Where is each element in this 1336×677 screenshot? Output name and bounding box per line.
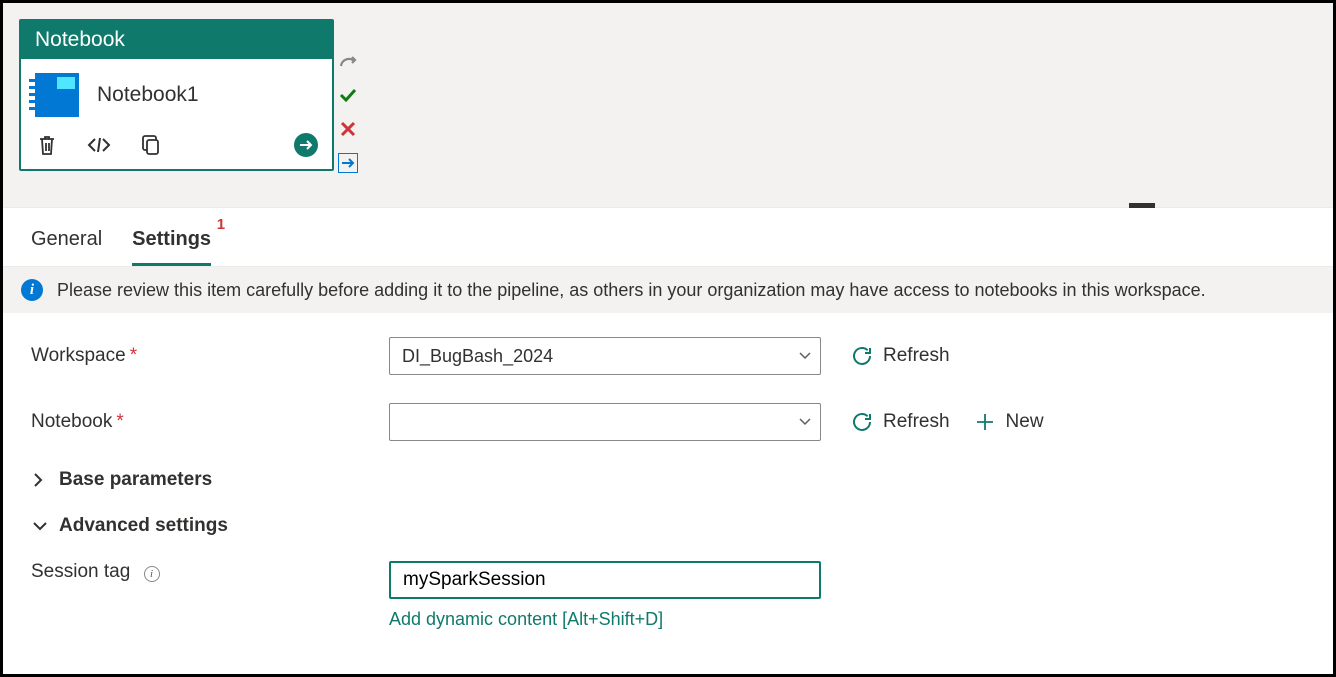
refresh-label: Refresh [883,411,950,433]
tab-settings-label: Settings [132,228,211,250]
workspace-row: Workspace* DI_BugBash_2024 Refresh [31,337,1305,375]
notebook-row: Notebook* Refresh [31,403,1305,441]
refresh-icon [851,345,873,367]
base-parameters-label: Base parameters [59,469,212,491]
info-banner: i Please review this item carefully befo… [3,267,1333,313]
notebook-icon [35,73,79,117]
activity-dependency-handles [338,21,362,173]
base-parameters-toggle[interactable]: Base parameters [31,469,1305,491]
add-dynamic-content-link[interactable]: Add dynamic content [Alt+Shift+D] [389,609,821,630]
workspace-select[interactable]: DI_BugBash_2024 [389,337,821,375]
tab-settings[interactable]: Settings 1 [132,228,211,266]
notebook-actions: Refresh New [851,411,1044,433]
chevron-down-icon [33,521,47,531]
activity-body: Notebook1 [21,59,332,123]
workspace-actions: Refresh [851,345,950,367]
activity-type-header: Notebook [21,21,332,59]
pipeline-canvas[interactable]: Notebook Notebook1 [3,3,1333,208]
refresh-icon [851,411,873,433]
tab-general[interactable]: General [31,228,102,266]
session-tag-row: Session tag i Add dynamic content [Alt+S… [31,561,1305,630]
on-skip-handle-icon[interactable] [338,51,358,71]
info-message: Please review this item carefully before… [57,280,1206,301]
settings-form: Workspace* DI_BugBash_2024 Refresh Note [3,313,1333,630]
workspace-label-text: Workspace [31,345,126,366]
chevron-right-icon [33,473,47,487]
workspace-select-value: DI_BugBash_2024 [389,337,821,375]
on-completion-handle-icon[interactable] [338,153,358,173]
notebook-activity-card[interactable]: Notebook Notebook1 [19,19,334,171]
refresh-label: Refresh [883,345,950,367]
new-notebook-button[interactable]: New [974,411,1044,433]
new-label: New [1006,411,1044,433]
required-asterisk: * [116,411,123,432]
copy-icon[interactable] [139,133,163,157]
code-icon[interactable] [87,133,111,157]
session-tag-label-text: Session tag [31,561,130,582]
run-arrow-icon[interactable] [294,133,318,157]
required-asterisk: * [130,345,137,366]
advanced-settings-label: Advanced settings [59,515,228,537]
session-tag-label: Session tag i [31,561,389,583]
refresh-notebook-button[interactable]: Refresh [851,411,950,433]
delete-icon[interactable] [35,133,59,157]
notebook-select[interactable] [389,403,821,441]
properties-panel: General Settings 1 i Please review this … [3,208,1333,648]
panel-resize-handle[interactable] [1129,203,1155,208]
activity-name: Notebook1 [97,83,199,107]
advanced-settings-toggle[interactable]: Advanced settings [31,515,1305,537]
tab-bar: General Settings 1 [3,208,1333,267]
plus-icon [974,411,996,433]
info-icon: i [21,279,43,301]
notebook-label-text: Notebook [31,411,112,432]
on-success-handle-icon[interactable] [338,85,358,105]
on-fail-handle-icon[interactable] [338,119,358,139]
notebook-select-value [389,403,821,441]
workspace-label: Workspace* [31,345,389,367]
refresh-workspace-button[interactable]: Refresh [851,345,950,367]
activity-toolbar [21,123,332,169]
notebook-label: Notebook* [31,411,389,433]
info-hint-icon[interactable]: i [144,566,160,582]
tab-settings-badge: 1 [217,216,225,233]
session-tag-input[interactable] [389,561,821,599]
